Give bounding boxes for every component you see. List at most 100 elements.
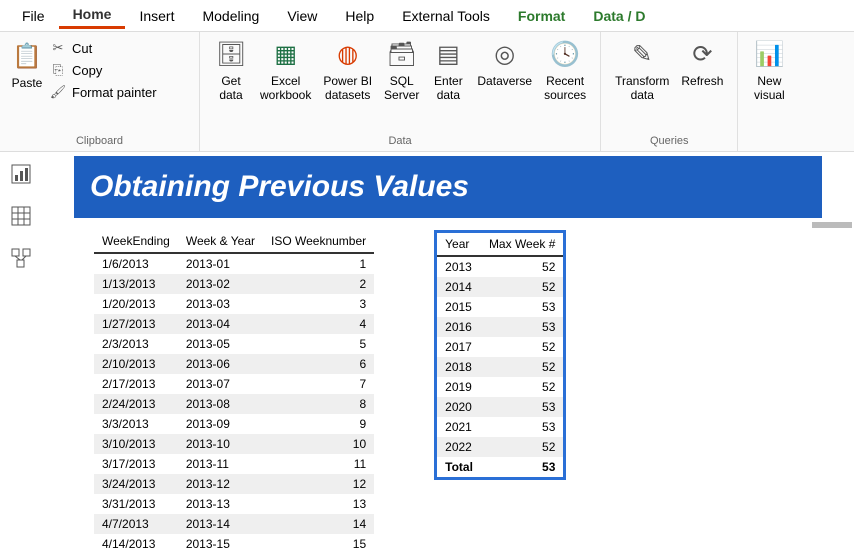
cell-weekending: 3/17/2013 — [94, 454, 178, 474]
format-painter-icon: 🖌 — [50, 84, 66, 100]
table-row[interactable]: 3/10/20132013-1010 — [94, 434, 374, 454]
table-row[interactable]: 1/20/20132013-033 — [94, 294, 374, 314]
sql-server-button[interactable]: 🗃SQL Server — [378, 36, 425, 105]
table-row[interactable]: 201352 — [436, 256, 565, 277]
main-area: Obtaining Previous Values WeekEnding Wee… — [0, 152, 854, 549]
report-view-button[interactable] — [9, 162, 33, 186]
cell-max-week: 52 — [481, 277, 565, 297]
sql-server-icon: 🗃 — [385, 38, 419, 72]
menu-modeling[interactable]: Modeling — [188, 4, 273, 28]
table-row[interactable]: 201452 — [436, 277, 565, 297]
table-row[interactable]: 2/10/20132013-066 — [94, 354, 374, 374]
table-row[interactable]: 2/17/20132013-077 — [94, 374, 374, 394]
format-painter-label: Format painter — [72, 85, 157, 100]
table-row[interactable]: 201752 — [436, 337, 565, 357]
transform-data-button[interactable]: ✎Transform data — [609, 36, 675, 105]
cell-week-year: 2013-03 — [178, 294, 263, 314]
table-row[interactable]: 202252 — [436, 437, 565, 457]
table-row[interactable]: 1/13/20132013-022 — [94, 274, 374, 294]
cell-max-week: 53 — [481, 397, 565, 417]
col-iso-week[interactable]: ISO Weeknumber — [263, 230, 374, 253]
paste-label: Paste — [12, 76, 43, 90]
scroll-handle-top[interactable] — [812, 222, 852, 228]
cell-max-week: 52 — [481, 256, 565, 277]
cell-iso: 2 — [263, 274, 374, 294]
table-row[interactable]: 3/24/20132013-1212 — [94, 474, 374, 494]
cell-iso: 1 — [263, 253, 374, 274]
cell-weekending: 4/7/2013 — [94, 514, 178, 534]
copy-button[interactable]: ⎘ Copy — [50, 62, 157, 78]
menubar: File Home Insert Modeling View Help Exte… — [0, 0, 854, 32]
table-row[interactable]: 201952 — [436, 377, 565, 397]
paste-button[interactable]: 📋 Paste — [8, 36, 46, 94]
cut-button[interactable]: ✂ Cut — [50, 40, 157, 56]
col-week-year[interactable]: Week & Year — [178, 230, 263, 253]
new-visual-button[interactable]: 📊New visual — [746, 36, 792, 105]
cell-iso: 3 — [263, 294, 374, 314]
new-visual-label: New visual — [754, 74, 785, 103]
col-max-week[interactable]: Max Week # — [481, 232, 565, 257]
menu-external-tools[interactable]: External Tools — [388, 4, 504, 28]
table-row[interactable]: 2/3/20132013-055 — [94, 334, 374, 354]
cell-iso: 7 — [263, 374, 374, 394]
cell-year: 2018 — [436, 357, 481, 377]
menu-data-drill[interactable]: Data / D — [579, 4, 659, 28]
enter-data-button[interactable]: ▤Enter data — [425, 36, 471, 105]
dataverse-button[interactable]: ◎ Dataverse — [471, 36, 538, 90]
powerbi-datasets-button[interactable]: ◍Power BI datasets — [317, 36, 378, 105]
menu-insert[interactable]: Insert — [125, 4, 188, 28]
table-week-ending[interactable]: WeekEnding Week & Year ISO Weeknumber 1/… — [94, 230, 374, 549]
refresh-button[interactable]: ⟳Refresh — [675, 36, 729, 90]
table-row[interactable]: 3/17/20132013-1111 — [94, 454, 374, 474]
menu-home[interactable]: Home — [59, 2, 126, 29]
col-year[interactable]: Year — [436, 232, 481, 257]
group-label-clipboard: Clipboard — [0, 135, 199, 149]
table-row[interactable]: 4/7/20132013-1414 — [94, 514, 374, 534]
cell-week-year: 2013-06 — [178, 354, 263, 374]
cell-weekending: 3/24/2013 — [94, 474, 178, 494]
get-data-button[interactable]: 🗄Get data — [208, 36, 254, 105]
table-row[interactable]: 3/3/20132013-099 — [94, 414, 374, 434]
data-view-button[interactable] — [9, 204, 33, 228]
cell-week-year: 2013-13 — [178, 494, 263, 514]
transform-data-label: Transform data — [615, 74, 669, 103]
cell-week-year: 2013-07 — [178, 374, 263, 394]
format-painter-button[interactable]: 🖌 Format painter — [50, 84, 157, 100]
powerbi-datasets-icon: ◍ — [331, 38, 365, 72]
table-max-week[interactable]: Year Max Week # 201352201452201553201653… — [434, 230, 566, 480]
menu-view[interactable]: View — [273, 4, 331, 28]
cell-max-week: 52 — [481, 337, 565, 357]
menu-file[interactable]: File — [8, 4, 59, 28]
report-canvas[interactable]: Obtaining Previous Values WeekEnding Wee… — [42, 152, 854, 549]
table-row[interactable]: 202053 — [436, 397, 565, 417]
cell-max-week: 53 — [481, 417, 565, 437]
excel-workbook-button[interactable]: ▦Excel workbook — [254, 36, 317, 105]
table-row[interactable]: 202153 — [436, 417, 565, 437]
dataverse-icon: ◎ — [488, 38, 522, 72]
table-row[interactable]: 3/31/20132013-1313 — [94, 494, 374, 514]
cell-weekending: 2/10/2013 — [94, 354, 178, 374]
recent-sources-button[interactable]: 🕓Recent sources — [538, 36, 592, 105]
ribbon-group-queries: ✎Transform data ⟳Refresh Queries — [601, 32, 738, 151]
table-row[interactable]: 201553 — [436, 297, 565, 317]
cell-weekending: 3/3/2013 — [94, 414, 178, 434]
total-value: 53 — [481, 457, 565, 479]
cell-iso: 10 — [263, 434, 374, 454]
col-weekending[interactable]: WeekEnding — [94, 230, 178, 253]
copy-label: Copy — [72, 63, 102, 78]
table-row[interactable]: 201852 — [436, 357, 565, 377]
table-row[interactable]: 1/6/20132013-011 — [94, 253, 374, 274]
cell-week-year: 2013-09 — [178, 414, 263, 434]
table-row[interactable]: 1/27/20132013-044 — [94, 314, 374, 334]
model-view-button[interactable] — [9, 246, 33, 270]
table-row[interactable]: 201653 — [436, 317, 565, 337]
menu-format[interactable]: Format — [504, 4, 579, 28]
dataverse-label: Dataverse — [477, 74, 532, 88]
cell-week-year: 2013-08 — [178, 394, 263, 414]
menu-help[interactable]: Help — [331, 4, 388, 28]
table-row[interactable]: 4/14/20132013-1515 — [94, 534, 374, 549]
cell-week-year: 2013-05 — [178, 334, 263, 354]
cell-week-year: 2013-10 — [178, 434, 263, 454]
table-row[interactable]: 2/24/20132013-088 — [94, 394, 374, 414]
powerbi-datasets-label: Power BI datasets — [323, 74, 372, 103]
